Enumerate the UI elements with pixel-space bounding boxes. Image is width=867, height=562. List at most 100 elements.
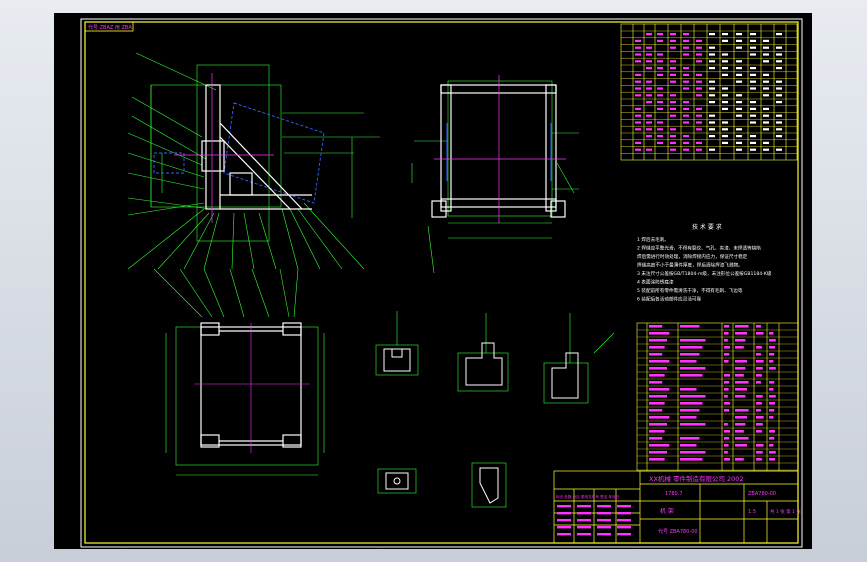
parts-cell-glyph: [649, 353, 663, 356]
parameter-cell-glyph: [750, 121, 756, 124]
parameter-cell-glyph: [635, 128, 641, 131]
parameter-cell-glyph: [646, 128, 652, 131]
parts-list-rows: [637, 329, 798, 471]
parts-cell-glyph: [756, 325, 761, 328]
cad-viewport[interactable]: 代号 ZBAZ 用 ZBA 技 术 要 求 1 焊后去毛刺。 2 焊缝应平整光滑，…: [54, 13, 812, 549]
parameter-cell-glyph: [683, 148, 689, 151]
revision-cell-glyph: [577, 526, 591, 529]
title-drawing-no: ZBA780-00: [748, 491, 776, 497]
parts-cell-glyph: [756, 367, 763, 370]
parts-cell-glyph: [649, 360, 670, 363]
parameter-cell-glyph: [750, 87, 756, 90]
tech-requirements-title: 技 术 要 求: [692, 223, 722, 231]
parameter-cell-glyph: [722, 39, 728, 42]
parts-cell-glyph: [680, 374, 703, 377]
revision-cell-glyph: [617, 526, 631, 529]
tech-note-line: 2 焊缝应平整光滑，不得有裂纹、气孔、夹渣、未焊透等缺陷: [637, 245, 761, 252]
revision-cell-glyph: [577, 519, 591, 522]
parameter-cell-glyph: [709, 87, 715, 90]
parameter-cell-glyph: [696, 121, 702, 124]
parameter-cell-glyph: [763, 107, 769, 110]
parameter-cell-glyph: [763, 94, 769, 97]
parts-cell-glyph: [680, 339, 706, 342]
parts-cell-glyph: [680, 395, 706, 398]
parts-cell-glyph: [756, 381, 761, 384]
parameter-cell-glyph: [670, 107, 676, 110]
parameter-cell-glyph: [722, 73, 728, 76]
parts-cell-glyph: [735, 332, 747, 335]
parameter-cell-glyph: [657, 101, 663, 104]
parameter-cell-glyph: [722, 60, 728, 63]
revision-cell-glyph: [557, 526, 571, 529]
parts-cell-glyph: [769, 409, 775, 412]
parts-cell-glyph: [756, 423, 763, 426]
parts-cell-glyph: [769, 360, 774, 363]
parameter-cell-glyph: [683, 101, 689, 104]
parameter-cell-glyph: [750, 114, 756, 117]
tech-note-line: 1 焊后去毛刺。: [637, 236, 669, 243]
parts-cell-glyph: [769, 346, 775, 349]
parameter-cell-glyph: [709, 94, 715, 97]
parameter-cell-glyph: [657, 33, 663, 36]
parameter-cell-glyph: [736, 101, 742, 104]
parameter-cell-glyph: [670, 73, 676, 76]
parameter-cell-glyph: [670, 67, 676, 70]
parameter-cell-glyph: [736, 46, 742, 49]
parameter-cell-glyph: [646, 53, 652, 56]
parts-cell-glyph: [724, 437, 730, 440]
parameter-cell-glyph: [709, 148, 715, 151]
parts-cell-glyph: [680, 416, 697, 419]
revision-cell-glyph: [557, 519, 571, 522]
parts-cell-glyph: [680, 346, 703, 349]
parameter-cell-glyph: [646, 135, 652, 138]
parameter-cell-glyph: [670, 60, 676, 63]
revision-cell-glyph: [577, 512, 591, 515]
parts-cell-glyph: [769, 416, 774, 419]
revision-cell-glyph: [617, 533, 631, 536]
parts-cell-glyph: [735, 437, 749, 440]
parameter-cell-glyph: [722, 135, 728, 138]
parameter-cell-glyph: [750, 67, 756, 70]
parameter-cell-glyph: [657, 121, 663, 124]
parameter-cell-glyph: [670, 141, 676, 144]
parameter-cell-glyph: [736, 107, 742, 110]
parts-cell-glyph: [649, 437, 663, 440]
parameter-cell-glyph: [709, 114, 715, 117]
parts-cell-glyph: [756, 409, 761, 412]
parameter-cell-glyph: [736, 39, 742, 42]
parameter-cell-glyph: [635, 60, 641, 63]
corner-label: 代号 ZBAZ 用 ZBA: [88, 24, 132, 31]
parts-cell-glyph: [680, 402, 703, 405]
parts-cell-glyph: [649, 332, 670, 335]
parts-cell-glyph: [680, 451, 706, 454]
revision-cell-glyph: [617, 519, 631, 522]
parameter-cell-glyph: [696, 46, 702, 49]
parameter-cell-glyph: [635, 39, 641, 42]
parts-cell-glyph: [649, 416, 670, 419]
parameter-cell-glyph: [776, 33, 782, 36]
parts-list-text: [649, 325, 776, 461]
parameter-cell-glyph: [750, 73, 756, 76]
parameter-cell-glyph: [709, 67, 715, 70]
parameter-cell-glyph: [750, 148, 756, 151]
parts-cell-glyph: [769, 395, 776, 398]
parameter-cell-glyph: [635, 121, 641, 124]
parameter-cell-glyph: [776, 53, 782, 56]
parameter-cell-glyph: [763, 46, 769, 49]
parameter-cell-glyph: [646, 60, 652, 63]
parameter-cell-glyph: [709, 101, 715, 104]
parameter-cell-glyph: [763, 60, 769, 63]
parts-cell-glyph: [769, 332, 774, 335]
revision-cell-glyph: [557, 512, 571, 515]
parameter-cell-glyph: [683, 67, 689, 70]
parameter-cell-glyph: [657, 39, 663, 42]
parameter-cell-glyph: [709, 135, 715, 138]
parts-cell-glyph: [756, 458, 762, 461]
cad-drawing: 代号 ZBAZ 用 ZBA 技 术 要 求 1 焊后去毛刺。 2 焊缝应平整光滑，…: [80, 18, 803, 548]
parts-cell-glyph: [769, 458, 775, 461]
title-name: 机 架: [660, 507, 674, 515]
parameter-cell-glyph: [722, 87, 728, 90]
parts-cell-glyph: [649, 325, 663, 328]
parameter-cell-glyph: [696, 148, 702, 151]
parameter-cell-glyph: [683, 87, 689, 90]
